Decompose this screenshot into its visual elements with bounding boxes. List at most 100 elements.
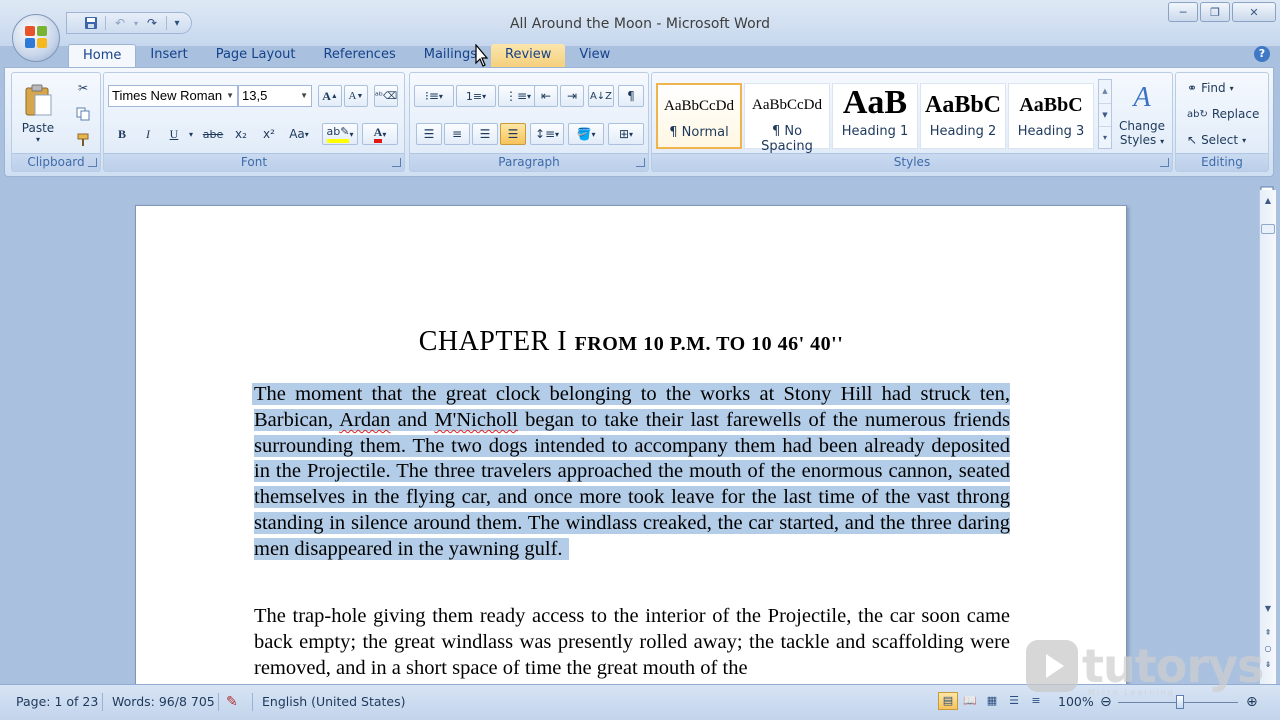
help-icon[interactable]: ? — [1254, 46, 1270, 62]
underline-dropdown-icon[interactable]: ▾ — [186, 123, 196, 145]
zoom-level[interactable]: 100% — [1058, 692, 1094, 712]
chevron-down-icon[interactable]: ▼ — [1099, 103, 1111, 126]
paragraph[interactable]: The trap-hole giving them ready access t… — [254, 604, 1010, 681]
more-styles-icon[interactable]: ▾ — [1099, 126, 1111, 148]
page-count[interactable]: Page: 1 of 23 — [16, 692, 98, 712]
paste-dropdown-icon: ▾ — [35, 134, 40, 144]
select-button[interactable]: ↖ Select ▾ — [1180, 129, 1266, 151]
proofing-icon[interactable]: ✎ — [226, 692, 238, 712]
copy-button[interactable] — [72, 103, 94, 125]
find-button[interactable]: ⚭ Find ▾ — [1180, 77, 1266, 99]
increase-indent-button[interactable]: ⇥ — [560, 85, 584, 107]
chevron-down-icon: ▼ — [300, 91, 308, 100]
cut-button[interactable]: ✂ — [72, 77, 94, 99]
font-name-combo[interactable]: Times New Roman ▼ — [108, 85, 238, 107]
zoom-slider-thumb[interactable] — [1176, 695, 1184, 709]
style-normal[interactable]: AaBbCcDd ¶ Normal — [656, 83, 742, 149]
grow-font-button[interactable]: A ▲ — [318, 85, 342, 107]
bold-button[interactable]: B — [110, 123, 134, 145]
show-hide-button[interactable]: ¶ — [618, 85, 644, 107]
change-case-label: Aa — [289, 127, 305, 141]
style-heading-2[interactable]: AaBbC Heading 2 — [920, 83, 1006, 149]
underline-button[interactable]: U — [162, 123, 186, 145]
superscript-button[interactable]: x² — [256, 123, 282, 145]
word-count[interactable]: Words: 96/8 705 — [112, 692, 215, 712]
tab-view[interactable]: View — [565, 44, 624, 68]
style-heading-3[interactable]: AaBbC Heading 3 — [1008, 83, 1094, 149]
style-preview: AaB — [842, 84, 908, 121]
language[interactable]: English (United States) — [262, 692, 406, 712]
font-launcher-icon[interactable] — [392, 158, 401, 167]
chevron-up-icon[interactable]: ▲ — [1099, 80, 1111, 103]
line-spacing-button[interactable]: ↕≡ ▾ — [530, 123, 564, 145]
scroll-thumb[interactable] — [1261, 224, 1275, 234]
style-heading-1[interactable]: AaB Heading 1 — [832, 83, 918, 149]
align-right-button[interactable]: ☰ — [472, 123, 498, 145]
copy-icon — [76, 107, 90, 121]
style-preview: AaBbC — [1019, 94, 1083, 116]
subscript-button[interactable]: x₂ — [228, 123, 254, 145]
font-color-button[interactable]: A ▾ — [362, 123, 398, 145]
minimize-button[interactable]: ─ — [1168, 2, 1198, 22]
style-name: Heading 3 — [1017, 124, 1085, 139]
select-browse-object-icon[interactable]: ○ — [1261, 642, 1275, 656]
office-button[interactable] — [12, 14, 60, 62]
multilevel-list-button[interactable]: ⋮≡ ▾ — [498, 85, 538, 107]
numbering-button[interactable]: 1≡ ▾ — [456, 85, 496, 107]
sort-button[interactable]: A↓Z — [588, 85, 614, 107]
change-styles-button[interactable]: A Change Styles ▾ — [1114, 77, 1170, 153]
clear-formatting-button[interactable]: ᵃᵇ⌫ — [374, 85, 398, 107]
zoom-out-icon[interactable]: ⊖ — [1100, 692, 1112, 712]
decrease-indent-button[interactable]: ⇤ — [534, 85, 558, 107]
tab-insert[interactable]: Insert — [136, 44, 201, 68]
web-layout-icon[interactable]: ▦ — [982, 692, 1002, 710]
shrink-font-button[interactable]: A ▼ — [344, 85, 368, 107]
draft-icon[interactable]: ≡ — [1026, 692, 1046, 710]
strikethrough-button[interactable]: abe — [200, 123, 226, 145]
clear-formatting-icon: ᵃᵇ⌫ — [374, 90, 398, 102]
replace-button[interactable]: ab↻ Replace — [1180, 103, 1266, 125]
tab-page-layout[interactable]: Page Layout — [202, 44, 310, 68]
style-preview: AaBbC — [924, 92, 1002, 118]
styles-launcher-icon[interactable] — [1160, 158, 1169, 167]
format-painter-button[interactable] — [72, 129, 94, 151]
paint-bucket-icon: 🪣 — [576, 127, 592, 141]
bullets-button[interactable]: ⁝≡ ▾ — [414, 85, 454, 107]
align-center-button[interactable]: ≡ — [444, 123, 470, 145]
tab-review[interactable]: Review — [491, 44, 566, 68]
document-page[interactable]: CHAPTER I FROM 10 P.M. TO 10 46' 40'' Th… — [135, 205, 1127, 720]
paragraph-launcher-icon[interactable] — [636, 158, 645, 167]
tab-home[interactable]: Home — [68, 44, 137, 68]
replace-label: Replace — [1211, 107, 1260, 121]
zoom-in-icon[interactable]: ⊕ — [1246, 692, 1258, 712]
font-size-combo[interactable]: 13,5 ▼ — [238, 85, 312, 107]
justify-button[interactable]: ☰ — [500, 123, 526, 145]
full-screen-reading-icon[interactable]: 📖 — [960, 692, 980, 710]
paste-label: Paste — [21, 120, 55, 135]
scroll-up-icon[interactable]: ▲ — [1261, 194, 1275, 208]
outline-icon[interactable]: ☰ — [1004, 692, 1024, 710]
change-styles-icon: A — [1133, 82, 1151, 113]
previous-page-icon[interactable]: ⇞ — [1261, 626, 1275, 640]
change-styles-label: Change — [1119, 119, 1165, 133]
paragraph-group-label: Paragraph — [410, 153, 648, 171]
change-case-button[interactable]: Aa ▾ — [284, 123, 314, 145]
pointer-icon: ↖ — [1187, 133, 1198, 147]
tab-references[interactable]: References — [309, 44, 409, 68]
justify-icon: ☰ — [507, 127, 519, 141]
borders-button[interactable]: ⊞ ▾ — [608, 123, 644, 145]
next-page-icon[interactable]: ⇟ — [1261, 658, 1275, 672]
restore-button[interactable]: ❐ — [1200, 2, 1230, 22]
paste-button[interactable]: Paste ▾ — [16, 77, 60, 149]
scroll-down-icon[interactable]: ▼ — [1261, 602, 1275, 616]
highlight-button[interactable]: ab✎ ▾ — [322, 123, 358, 145]
vertical-scrollbar[interactable]: ▲ ▼ ⇞ ○ ⇟ — [1259, 190, 1276, 684]
clipboard-launcher-icon[interactable] — [88, 158, 97, 167]
print-layout-icon[interactable]: ▤ — [938, 692, 958, 710]
italic-button[interactable]: I — [136, 123, 160, 145]
shading-button[interactable]: 🪣 ▾ — [568, 123, 604, 145]
style-no-spacing[interactable]: AaBbCcDd ¶ No Spacing — [744, 83, 830, 154]
paragraph-selected[interactable]: The moment that the great clock belongin… — [254, 382, 1011, 563]
align-left-button[interactable]: ☰ — [416, 123, 442, 145]
close-button[interactable]: ✕ — [1232, 2, 1276, 22]
